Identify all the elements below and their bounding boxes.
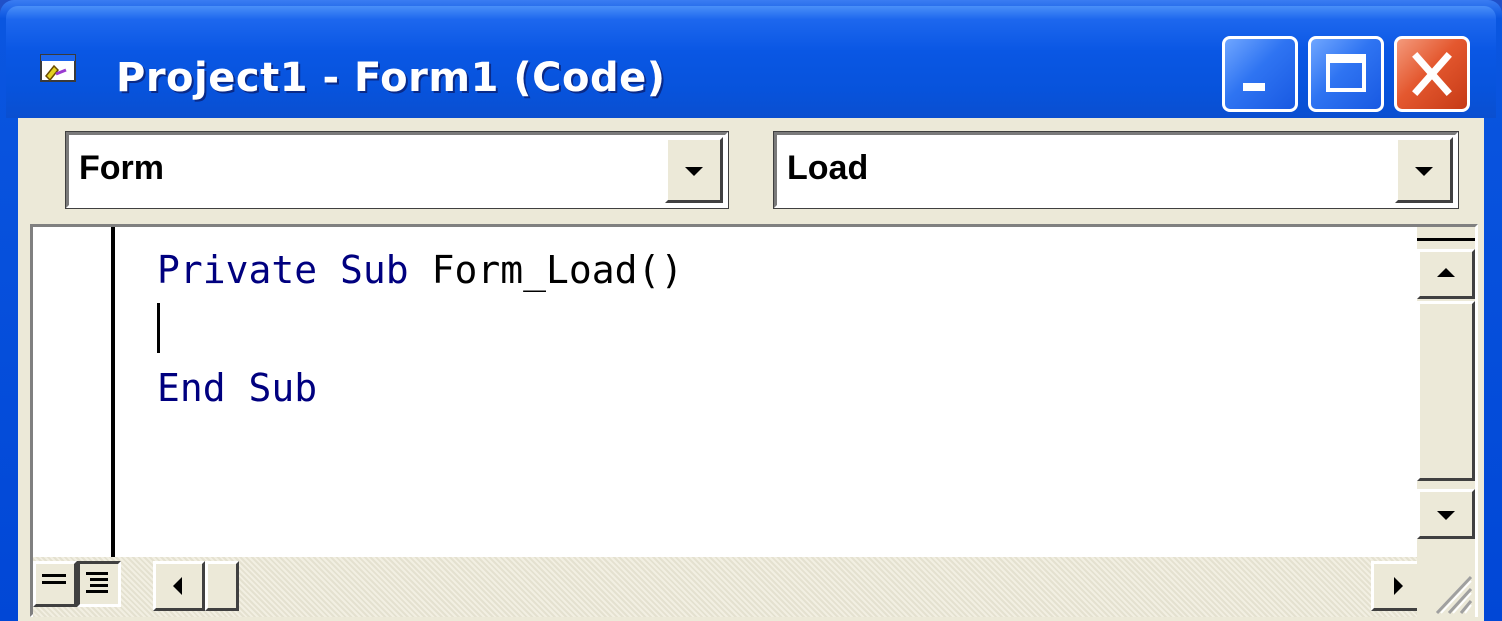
procedure-dropdown-button[interactable] [1395, 137, 1453, 203]
minimize-button[interactable] [1222, 36, 1298, 112]
resize-grip-icon [1435, 575, 1473, 615]
scroll-up-button[interactable] [1417, 249, 1475, 299]
close-icon [1412, 52, 1452, 96]
object-dropdown-button[interactable] [665, 137, 723, 203]
object-dropdown-value: Form [79, 149, 164, 187]
maximize-button[interactable] [1308, 36, 1384, 112]
horizontal-scrollbar[interactable] [33, 557, 1423, 617]
window-title: Project1 - Form1 (Code) [116, 55, 666, 101]
close-button[interactable] [1394, 36, 1470, 112]
split-bar[interactable] [1417, 227, 1475, 241]
procedure-dropdown-value: Load [787, 149, 869, 187]
procedure-view-icon [42, 574, 66, 584]
margin-indicator-bar[interactable] [33, 227, 111, 557]
object-dropdown[interactable]: Form [65, 131, 729, 209]
code-window: Project1 - Form1 (Code) Form Load Privat… [0, 0, 1502, 621]
code-line[interactable]: End Sub [157, 363, 317, 413]
procedure-dropdown[interactable]: Load [773, 131, 1459, 209]
arrow-right-icon [1394, 577, 1403, 595]
scroll-right-button[interactable] [1371, 561, 1423, 611]
code-identifier: Form_Load() [431, 248, 684, 292]
text-cursor [157, 303, 160, 353]
vertical-scroll-thumb[interactable] [1417, 301, 1475, 481]
code-keyword: Sub [248, 366, 318, 410]
client-area: Form Load Private Sub Form_Load() End Su… [18, 118, 1484, 621]
chevron-down-icon [685, 167, 703, 176]
resize-grip[interactable] [1417, 557, 1475, 617]
chevron-down-icon [1415, 167, 1433, 176]
code-keyword: End [157, 366, 226, 410]
horizontal-scroll-thumb[interactable] [205, 561, 239, 611]
arrow-down-icon [1437, 511, 1455, 520]
code-editor[interactable]: Private Sub Form_Load() End Sub [30, 224, 1478, 617]
code-keyword: Private [157, 248, 318, 292]
procedure-view-button[interactable] [33, 561, 77, 607]
arrow-left-icon [173, 577, 182, 595]
code-line[interactable]: Private Sub Form_Load() [157, 245, 683, 295]
margin-divider [111, 227, 115, 557]
arrow-up-icon [1437, 268, 1455, 277]
code-window-icon [40, 54, 76, 82]
minimize-icon [1243, 83, 1265, 91]
maximize-icon [1326, 54, 1366, 92]
scroll-left-button[interactable] [153, 561, 205, 611]
scroll-down-button[interactable] [1417, 489, 1475, 539]
code-keyword: Sub [340, 248, 409, 292]
full-module-view-button[interactable] [77, 561, 121, 607]
full-module-view-icon [86, 572, 108, 593]
title-bar[interactable]: Project1 - Form1 (Code) [6, 6, 1496, 118]
